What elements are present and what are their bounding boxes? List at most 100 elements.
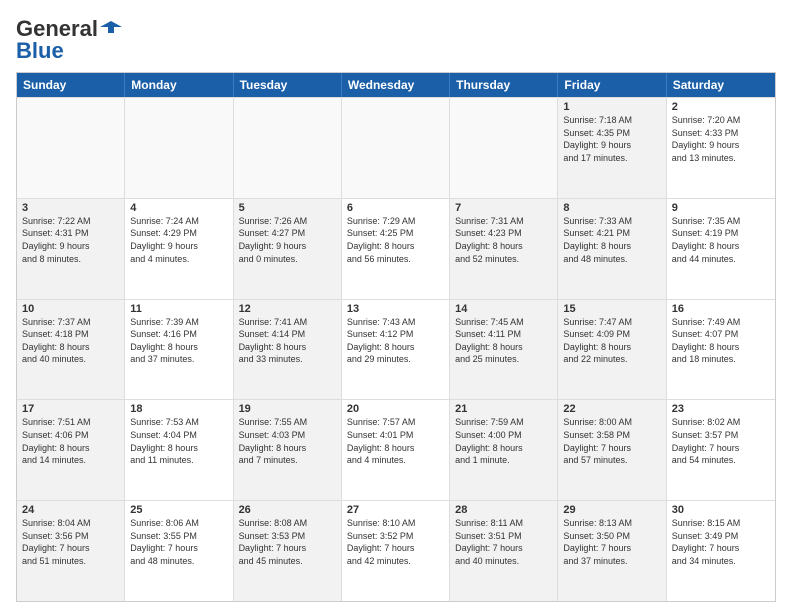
page: General Blue SundayMondayTuesdayWednesda… (0, 0, 792, 612)
day-number-25: 25 (130, 504, 227, 516)
calendar-row-3: 10Sunrise: 7:37 AM Sunset: 4:18 PM Dayli… (17, 299, 775, 400)
calendar-header: SundayMondayTuesdayWednesdayThursdayFrid… (17, 73, 775, 97)
cell-text-22: Sunrise: 8:00 AM Sunset: 3:58 PM Dayligh… (563, 416, 660, 466)
calendar-cell-29: 29Sunrise: 8:13 AM Sunset: 3:50 PM Dayli… (558, 501, 666, 601)
day-number-2: 2 (672, 101, 770, 113)
cell-text-10: Sunrise: 7:37 AM Sunset: 4:18 PM Dayligh… (22, 316, 119, 366)
cell-text-16: Sunrise: 7:49 AM Sunset: 4:07 PM Dayligh… (672, 316, 770, 366)
calendar-cell-23: 23Sunrise: 8:02 AM Sunset: 3:57 PM Dayli… (667, 400, 775, 500)
calendar-cell-17: 17Sunrise: 7:51 AM Sunset: 4:06 PM Dayli… (17, 400, 125, 500)
calendar-cell-9: 9Sunrise: 7:35 AM Sunset: 4:19 PM Daylig… (667, 199, 775, 299)
day-number-16: 16 (672, 303, 770, 315)
cell-text-28: Sunrise: 8:11 AM Sunset: 3:51 PM Dayligh… (455, 517, 552, 567)
cell-text-9: Sunrise: 7:35 AM Sunset: 4:19 PM Dayligh… (672, 215, 770, 265)
day-number-26: 26 (239, 504, 336, 516)
calendar-cell-21: 21Sunrise: 7:59 AM Sunset: 4:00 PM Dayli… (450, 400, 558, 500)
cell-text-23: Sunrise: 8:02 AM Sunset: 3:57 PM Dayligh… (672, 416, 770, 466)
day-number-12: 12 (239, 303, 336, 315)
cell-text-26: Sunrise: 8:08 AM Sunset: 3:53 PM Dayligh… (239, 517, 336, 567)
cell-text-21: Sunrise: 7:59 AM Sunset: 4:00 PM Dayligh… (455, 416, 552, 466)
day-number-15: 15 (563, 303, 660, 315)
calendar-cell-5: 5Sunrise: 7:26 AM Sunset: 4:27 PM Daylig… (234, 199, 342, 299)
cell-text-13: Sunrise: 7:43 AM Sunset: 4:12 PM Dayligh… (347, 316, 444, 366)
cell-text-7: Sunrise: 7:31 AM Sunset: 4:23 PM Dayligh… (455, 215, 552, 265)
cell-text-11: Sunrise: 7:39 AM Sunset: 4:16 PM Dayligh… (130, 316, 227, 366)
calendar-cell-24: 24Sunrise: 8:04 AM Sunset: 3:56 PM Dayli… (17, 501, 125, 601)
weekday-header-thursday: Thursday (450, 73, 558, 97)
calendar-cell-empty-0-3 (342, 98, 450, 198)
day-number-20: 20 (347, 403, 444, 415)
day-number-7: 7 (455, 202, 552, 214)
day-number-6: 6 (347, 202, 444, 214)
day-number-9: 9 (672, 202, 770, 214)
day-number-5: 5 (239, 202, 336, 214)
calendar-cell-6: 6Sunrise: 7:29 AM Sunset: 4:25 PM Daylig… (342, 199, 450, 299)
day-number-28: 28 (455, 504, 552, 516)
calendar-cell-27: 27Sunrise: 8:10 AM Sunset: 3:52 PM Dayli… (342, 501, 450, 601)
cell-text-30: Sunrise: 8:15 AM Sunset: 3:49 PM Dayligh… (672, 517, 770, 567)
cell-text-15: Sunrise: 7:47 AM Sunset: 4:09 PM Dayligh… (563, 316, 660, 366)
cell-text-29: Sunrise: 8:13 AM Sunset: 3:50 PM Dayligh… (563, 517, 660, 567)
calendar-row-4: 17Sunrise: 7:51 AM Sunset: 4:06 PM Dayli… (17, 399, 775, 500)
calendar-cell-1: 1Sunrise: 7:18 AM Sunset: 4:35 PM Daylig… (558, 98, 666, 198)
calendar-cell-18: 18Sunrise: 7:53 AM Sunset: 4:04 PM Dayli… (125, 400, 233, 500)
cell-text-6: Sunrise: 7:29 AM Sunset: 4:25 PM Dayligh… (347, 215, 444, 265)
day-number-17: 17 (22, 403, 119, 415)
calendar-cell-empty-0-2 (234, 98, 342, 198)
day-number-10: 10 (22, 303, 119, 315)
cell-text-17: Sunrise: 7:51 AM Sunset: 4:06 PM Dayligh… (22, 416, 119, 466)
calendar-cell-empty-0-4 (450, 98, 558, 198)
day-number-23: 23 (672, 403, 770, 415)
day-number-8: 8 (563, 202, 660, 214)
calendar-cell-30: 30Sunrise: 8:15 AM Sunset: 3:49 PM Dayli… (667, 501, 775, 601)
calendar-row-2: 3Sunrise: 7:22 AM Sunset: 4:31 PM Daylig… (17, 198, 775, 299)
cell-text-1: Sunrise: 7:18 AM Sunset: 4:35 PM Dayligh… (563, 114, 660, 164)
calendar: SundayMondayTuesdayWednesdayThursdayFrid… (16, 72, 776, 602)
day-number-27: 27 (347, 504, 444, 516)
cell-text-3: Sunrise: 7:22 AM Sunset: 4:31 PM Dayligh… (22, 215, 119, 265)
logo-bird-icon (100, 17, 122, 39)
calendar-cell-10: 10Sunrise: 7:37 AM Sunset: 4:18 PM Dayli… (17, 300, 125, 400)
calendar-cell-2: 2Sunrise: 7:20 AM Sunset: 4:33 PM Daylig… (667, 98, 775, 198)
cell-text-4: Sunrise: 7:24 AM Sunset: 4:29 PM Dayligh… (130, 215, 227, 265)
calendar-cell-19: 19Sunrise: 7:55 AM Sunset: 4:03 PM Dayli… (234, 400, 342, 500)
cell-text-19: Sunrise: 7:55 AM Sunset: 4:03 PM Dayligh… (239, 416, 336, 466)
day-number-30: 30 (672, 504, 770, 516)
day-number-13: 13 (347, 303, 444, 315)
calendar-row-5: 24Sunrise: 8:04 AM Sunset: 3:56 PM Dayli… (17, 500, 775, 601)
calendar-cell-16: 16Sunrise: 7:49 AM Sunset: 4:07 PM Dayli… (667, 300, 775, 400)
calendar-cell-7: 7Sunrise: 7:31 AM Sunset: 4:23 PM Daylig… (450, 199, 558, 299)
day-number-4: 4 (130, 202, 227, 214)
day-number-11: 11 (130, 303, 227, 315)
calendar-cell-20: 20Sunrise: 7:57 AM Sunset: 4:01 PM Dayli… (342, 400, 450, 500)
day-number-24: 24 (22, 504, 119, 516)
weekday-header-tuesday: Tuesday (234, 73, 342, 97)
day-number-14: 14 (455, 303, 552, 315)
calendar-cell-8: 8Sunrise: 7:33 AM Sunset: 4:21 PM Daylig… (558, 199, 666, 299)
calendar-cell-25: 25Sunrise: 8:06 AM Sunset: 3:55 PM Dayli… (125, 501, 233, 601)
calendar-cell-empty-0-1 (125, 98, 233, 198)
day-number-29: 29 (563, 504, 660, 516)
calendar-cell-14: 14Sunrise: 7:45 AM Sunset: 4:11 PM Dayli… (450, 300, 558, 400)
calendar-cell-3: 3Sunrise: 7:22 AM Sunset: 4:31 PM Daylig… (17, 199, 125, 299)
day-number-18: 18 (130, 403, 227, 415)
day-number-1: 1 (563, 101, 660, 113)
calendar-body: 1Sunrise: 7:18 AM Sunset: 4:35 PM Daylig… (17, 97, 775, 601)
calendar-cell-11: 11Sunrise: 7:39 AM Sunset: 4:16 PM Dayli… (125, 300, 233, 400)
calendar-cell-empty-0-0 (17, 98, 125, 198)
calendar-row-1: 1Sunrise: 7:18 AM Sunset: 4:35 PM Daylig… (17, 97, 775, 198)
calendar-cell-12: 12Sunrise: 7:41 AM Sunset: 4:14 PM Dayli… (234, 300, 342, 400)
cell-text-24: Sunrise: 8:04 AM Sunset: 3:56 PM Dayligh… (22, 517, 119, 567)
calendar-cell-15: 15Sunrise: 7:47 AM Sunset: 4:09 PM Dayli… (558, 300, 666, 400)
logo: General Blue (16, 16, 122, 64)
weekday-header-wednesday: Wednesday (342, 73, 450, 97)
header: General Blue (16, 16, 776, 64)
weekday-header-saturday: Saturday (667, 73, 775, 97)
logo-blue: Blue (16, 38, 64, 64)
weekday-header-monday: Monday (125, 73, 233, 97)
cell-text-8: Sunrise: 7:33 AM Sunset: 4:21 PM Dayligh… (563, 215, 660, 265)
calendar-cell-4: 4Sunrise: 7:24 AM Sunset: 4:29 PM Daylig… (125, 199, 233, 299)
day-number-21: 21 (455, 403, 552, 415)
calendar-cell-28: 28Sunrise: 8:11 AM Sunset: 3:51 PM Dayli… (450, 501, 558, 601)
calendar-cell-13: 13Sunrise: 7:43 AM Sunset: 4:12 PM Dayli… (342, 300, 450, 400)
